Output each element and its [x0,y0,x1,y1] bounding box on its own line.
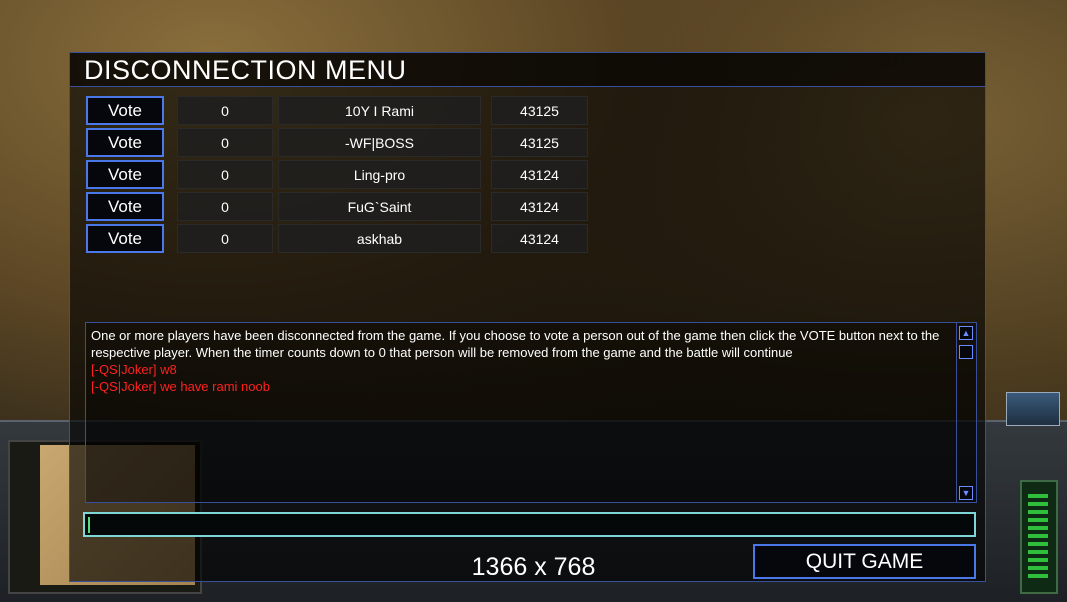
vote-button[interactable]: Vote [86,128,164,157]
player-ping: 43124 [491,224,588,253]
chat-log: One or more players have been disconnect… [85,322,977,503]
text-caret [88,517,90,533]
vote-button[interactable]: Vote [86,160,164,189]
chat-input[interactable] [83,512,976,537]
disconnection-dialog: DISCONNECTION MENU Vote 0 10Y I Rami 431… [69,52,986,582]
chat-message: [-QS|Joker] we have rami noob [91,379,270,394]
dialog-title: DISCONNECTION MENU [84,55,407,85]
vote-button[interactable]: Vote [86,96,164,125]
player-name: askhab [278,224,481,253]
player-ping: 43125 [491,96,588,125]
player-name: FuG`Saint [278,192,481,221]
satellite-icon [1006,392,1060,426]
player-timer: 0 [177,192,273,221]
player-timer: 0 [177,96,273,125]
scroll-up-icon[interactable]: ▲ [959,326,973,340]
player-ping: 43124 [491,160,588,189]
power-meter [1020,480,1058,594]
quit-game-button[interactable]: QUIT GAME [753,544,976,579]
vote-button[interactable]: Vote [86,224,164,253]
resolution-label: 1366 x 768 [471,553,596,581]
scroll-down-icon[interactable]: ▼ [959,486,973,500]
player-ping: 43125 [491,128,588,157]
player-name: Ling-pro [278,160,481,189]
chat-message: [-QS|Joker] w8 [91,362,177,377]
vote-button[interactable]: Vote [86,192,164,221]
player-timer: 0 [177,224,273,253]
player-name: 10Y I Rami [278,96,481,125]
player-name: -WF|BOSS [278,128,481,157]
scroll-thumb[interactable] [959,345,973,359]
player-timer: 0 [177,128,273,157]
chat-text: One or more players have been disconnect… [91,327,951,395]
disconnect-info-message: One or more players have been disconnect… [91,328,940,360]
title-bar: DISCONNECTION MENU [70,53,985,87]
chat-scrollbar[interactable]: ▲ ▼ [956,323,976,502]
player-ping: 43124 [491,192,588,221]
player-timer: 0 [177,160,273,189]
